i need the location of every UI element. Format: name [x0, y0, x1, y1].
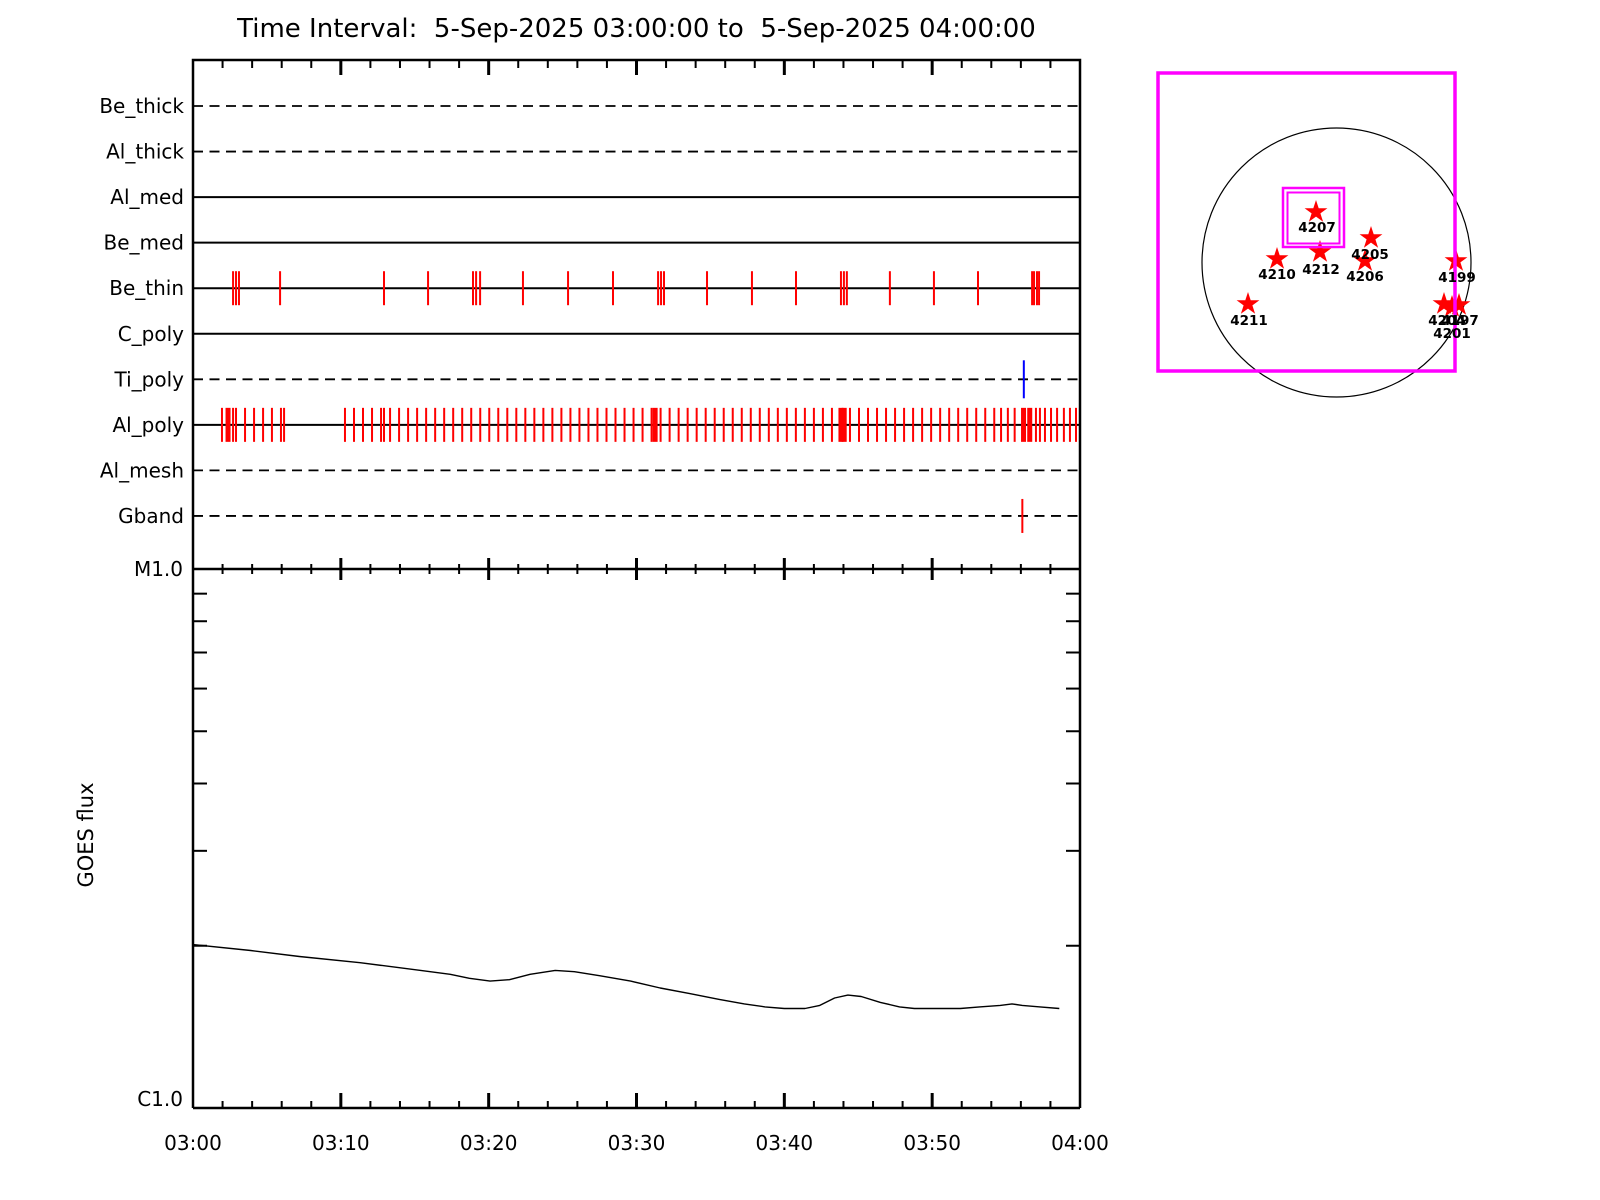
ar-label-4199: 4199 [1438, 270, 1476, 286]
row-label-Be_med: Be_med [103, 231, 184, 255]
exposure-timeline-panel: Be_thick Al_thick Al_med Be_med Be_thin C_pol… [99, 58, 1082, 569]
timeline-row-Ti_poly: Ti_poly [114, 360, 1080, 399]
ar-label-4205: 4205 [1351, 247, 1389, 263]
ar-star-4205 [1359, 226, 1383, 248]
time-tick-label: 04:00 [1051, 1131, 1109, 1155]
goes-ylabel-top: M1.0 [134, 557, 183, 581]
time-tick-label: 03:20 [460, 1131, 518, 1155]
shared-time-axis [193, 558, 1080, 580]
timeline-row-C_poly: C_poly [118, 322, 1080, 346]
timeline-row-Al_med: Al_med [110, 185, 1080, 209]
row-label-Al_poly: Al_poly [112, 413, 184, 437]
ar-label-4212: 4212 [1302, 262, 1340, 278]
ar-label-4201: 4201 [1433, 326, 1471, 342]
ar-star-4211 [1236, 292, 1260, 314]
goes-flux-panel: M1.0 C1.0 GOES flux 03:00 03:10 03:20 03:30 03:… [74, 557, 1109, 1155]
ar-label-4207: 4207 [1298, 220, 1336, 236]
timeline-row-Al_thick: Al_thick [106, 140, 1080, 164]
row-label-Ti_poly: Ti_poly [114, 367, 185, 391]
timeline-panel-border [191, 58, 1082, 569]
time-tick-label: 03:00 [164, 1131, 222, 1155]
row-label-Al_med: Al_med [110, 185, 184, 209]
time-tick-label: 03:50 [903, 1131, 961, 1155]
row-label-C_poly: C_poly [118, 322, 184, 346]
solar-map: 4207420542124210 4206 41994211 420441974201 [1156, 71, 1479, 398]
timeline-row-Be_thin: Be_thin [109, 271, 1080, 306]
timeline-row-Be_med: Be_med [103, 231, 1080, 255]
plot-canvas: Be_thick Al_thick Al_med Be_med Be_thin C_pol… [74, 58, 1479, 1155]
row-label-Al_mesh: Al_mesh [100, 458, 184, 482]
row-label-Be_thin: Be_thin [109, 276, 184, 300]
goes-axis-title: GOES flux [74, 782, 98, 887]
row-label-Al_thick: Al_thick [106, 140, 184, 164]
timeline-row-Be_thick: Be_thick [99, 94, 1080, 118]
time-tick-label: 03:40 [756, 1131, 814, 1155]
ar-star-4210 [1265, 247, 1289, 269]
ar-star-4207 [1304, 200, 1328, 222]
goes-ylabel-bottom: C1.0 [137, 1087, 183, 1111]
ar-label-4210: 4210 [1258, 267, 1296, 283]
timeline-row-Al_poly: Al_poly [112, 407, 1080, 442]
goes-flux-curve [192, 943, 1060, 1010]
timeline-row-Al_mesh: Al_mesh [100, 458, 1080, 482]
ar-label-4206: 4206 [1346, 269, 1384, 285]
time-tick-label: 03:10 [312, 1131, 370, 1155]
time-tick-label: 03:30 [608, 1131, 666, 1155]
screenshot-root: Time Interval: 5-Sep-2025 03:00:00 to 5-… [0, 0, 1600, 1200]
ar-label-4211: 4211 [1230, 313, 1268, 329]
timeline-row-Gband: Gband [118, 498, 1080, 533]
row-label-Gband: Gband [118, 504, 184, 528]
row-label-Be_thick: Be_thick [99, 94, 184, 118]
